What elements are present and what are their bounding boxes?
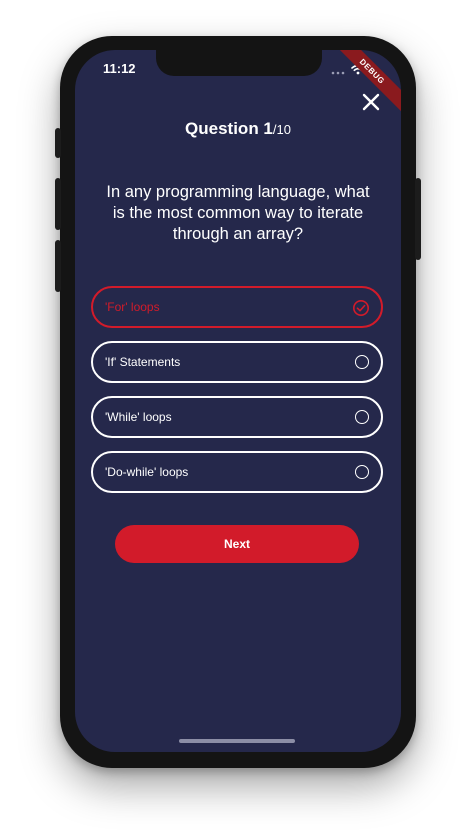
question-counter: Question 1/10	[75, 119, 401, 139]
mute-switch	[55, 128, 61, 158]
next-button[interactable]: Next	[115, 525, 359, 563]
stage: 11:12 DEBUG Question 1/10 In any program…	[0, 0, 474, 836]
question-number: Question 1	[185, 119, 273, 138]
radio-circle-icon	[355, 355, 369, 369]
option-label: 'For' loops	[105, 300, 160, 314]
close-icon	[362, 93, 380, 111]
option-do-while-loops[interactable]: 'Do-while' loops	[91, 451, 383, 493]
radio-circle-icon	[355, 465, 369, 479]
option-while-loops[interactable]: 'While' loops	[91, 396, 383, 438]
app-screen: 11:12 DEBUG Question 1/10 In any program…	[75, 50, 401, 752]
option-label: 'Do-while' loops	[105, 465, 189, 479]
option-label: 'If' Statements	[105, 355, 181, 369]
status-time: 11:12	[103, 61, 136, 76]
option-label: 'While' loops	[105, 410, 172, 424]
check-circle-icon	[353, 300, 369, 316]
volume-up-button	[55, 178, 61, 230]
power-button	[415, 178, 421, 260]
close-button[interactable]	[359, 90, 383, 114]
radio-circle-icon	[355, 410, 369, 424]
question-text: In any programming language, what is the…	[106, 183, 370, 243]
volume-down-button	[55, 240, 61, 292]
option-for-loops[interactable]: 'For' loops	[91, 286, 383, 328]
signal-dots-icon	[331, 62, 345, 80]
home-indicator	[179, 739, 295, 743]
answer-options: 'For' loops 'If' Statements 'While' loop…	[91, 286, 383, 506]
option-if-statements[interactable]: 'If' Statements	[91, 341, 383, 383]
notch	[156, 50, 322, 76]
question-total: /10	[272, 122, 291, 137]
